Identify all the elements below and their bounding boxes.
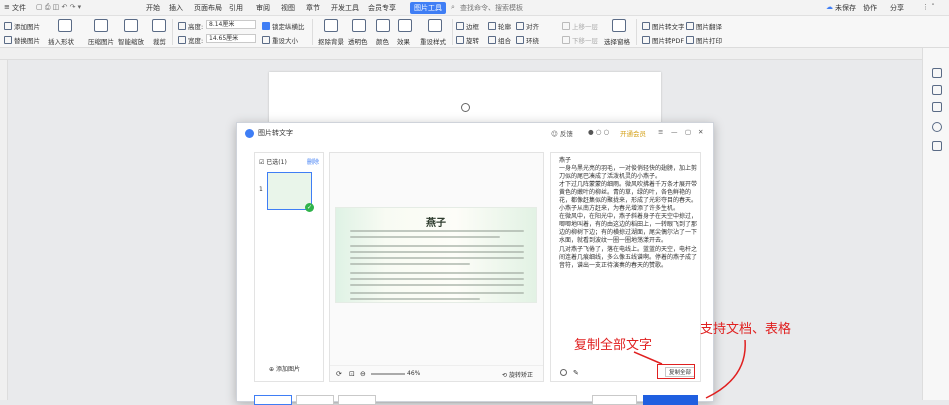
arrow-line [705, 339, 746, 399]
arrow-line [633, 351, 663, 365]
annotation-arrows [633, 339, 746, 399]
